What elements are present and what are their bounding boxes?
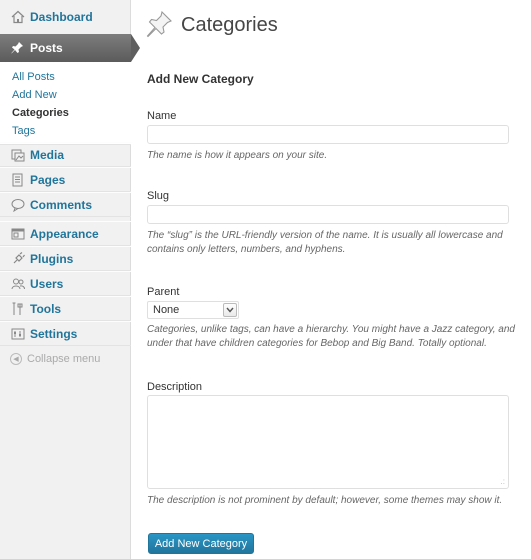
menu-posts[interactable]: Posts bbox=[0, 34, 140, 62]
submenu-categories[interactable]: Categories bbox=[12, 104, 131, 122]
pages-icon bbox=[10, 172, 26, 188]
menu-tools[interactable]: Tools bbox=[0, 296, 131, 321]
media-icon bbox=[10, 147, 26, 163]
collapse-menu-label: Collapse menu bbox=[27, 353, 101, 365]
parent-label: Parent bbox=[147, 286, 180, 298]
menu-comments[interactable]: Comments bbox=[0, 192, 131, 217]
menu-dashboard[interactable]: Dashboard bbox=[0, 4, 131, 29]
name-label: Name bbox=[147, 110, 177, 122]
slug-field[interactable] bbox=[147, 205, 509, 224]
admin-sidebar: Dashboard Posts All Posts Add New Catego… bbox=[0, 0, 140, 559]
settings-icon bbox=[10, 326, 26, 342]
plugin-icon bbox=[10, 251, 26, 267]
pushpin-icon bbox=[145, 10, 173, 41]
comment-icon bbox=[10, 197, 26, 213]
description-field[interactable]: .: bbox=[147, 395, 509, 489]
main-content: Categories Add New Category Name The nam… bbox=[131, 0, 531, 559]
description-label: Description bbox=[147, 381, 203, 393]
parent-select[interactable]: None bbox=[147, 301, 239, 319]
parent-selected-value: None bbox=[153, 304, 180, 316]
form-title: Add New Category bbox=[147, 72, 254, 86]
posts-submenu: All Posts Add New Categories Tags bbox=[0, 62, 131, 145]
menu-comments-label: Comments bbox=[30, 197, 93, 212]
name-field[interactable] bbox=[147, 125, 509, 144]
slug-label: Slug bbox=[147, 190, 170, 202]
name-help: The name is how it appears on your site. bbox=[147, 150, 328, 161]
pushpin-icon bbox=[10, 40, 26, 56]
parent-help: Categories, unlike tags, can have a hier… bbox=[147, 324, 515, 349]
add-new-category-button[interactable]: Add New Category bbox=[148, 533, 254, 554]
description-help: The description is not prominent by defa… bbox=[147, 495, 503, 506]
collapse-menu-button[interactable]: ◀ Collapse menu bbox=[0, 346, 131, 372]
menu-tools-label: Tools bbox=[30, 301, 62, 316]
menu-appearance[interactable]: Appearance bbox=[0, 221, 131, 246]
menu-media[interactable]: Media bbox=[0, 142, 131, 167]
menu-media-label: Media bbox=[30, 147, 65, 162]
menu-settings-label: Settings bbox=[30, 326, 78, 341]
slug-help: The “slug” is the URL-friendly version o… bbox=[147, 230, 503, 255]
page-title: Categories bbox=[181, 14, 278, 36]
menu-users-label: Users bbox=[30, 276, 64, 291]
menu-plugins[interactable]: Plugins bbox=[0, 246, 131, 271]
submenu-all-posts[interactable]: All Posts bbox=[12, 68, 131, 86]
resize-grip-icon[interactable]: .: bbox=[501, 478, 505, 486]
chevron-down-icon bbox=[223, 303, 237, 317]
menu-pages[interactable]: Pages bbox=[0, 167, 131, 192]
collapse-arrow-icon: ◀ bbox=[10, 353, 22, 365]
home-icon bbox=[10, 9, 26, 25]
menu-dashboard-label: Dashboard bbox=[30, 9, 93, 24]
submenu-add-new[interactable]: Add New bbox=[12, 86, 131, 104]
tools-icon bbox=[10, 301, 26, 317]
menu-pages-label: Pages bbox=[30, 172, 66, 187]
page-header: Categories bbox=[145, 10, 278, 41]
menu-plugins-label: Plugins bbox=[30, 251, 74, 266]
menu-users[interactable]: Users bbox=[0, 271, 131, 296]
menu-settings[interactable]: Settings bbox=[0, 321, 131, 346]
appearance-icon bbox=[10, 226, 26, 242]
menu-lower: Media Pages Comments Appearance Plugins bbox=[0, 142, 131, 372]
menu-posts-label: Posts bbox=[30, 41, 63, 55]
menu-appearance-label: Appearance bbox=[30, 226, 99, 241]
submenu-tags[interactable]: Tags bbox=[12, 122, 131, 140]
users-icon bbox=[10, 276, 26, 292]
